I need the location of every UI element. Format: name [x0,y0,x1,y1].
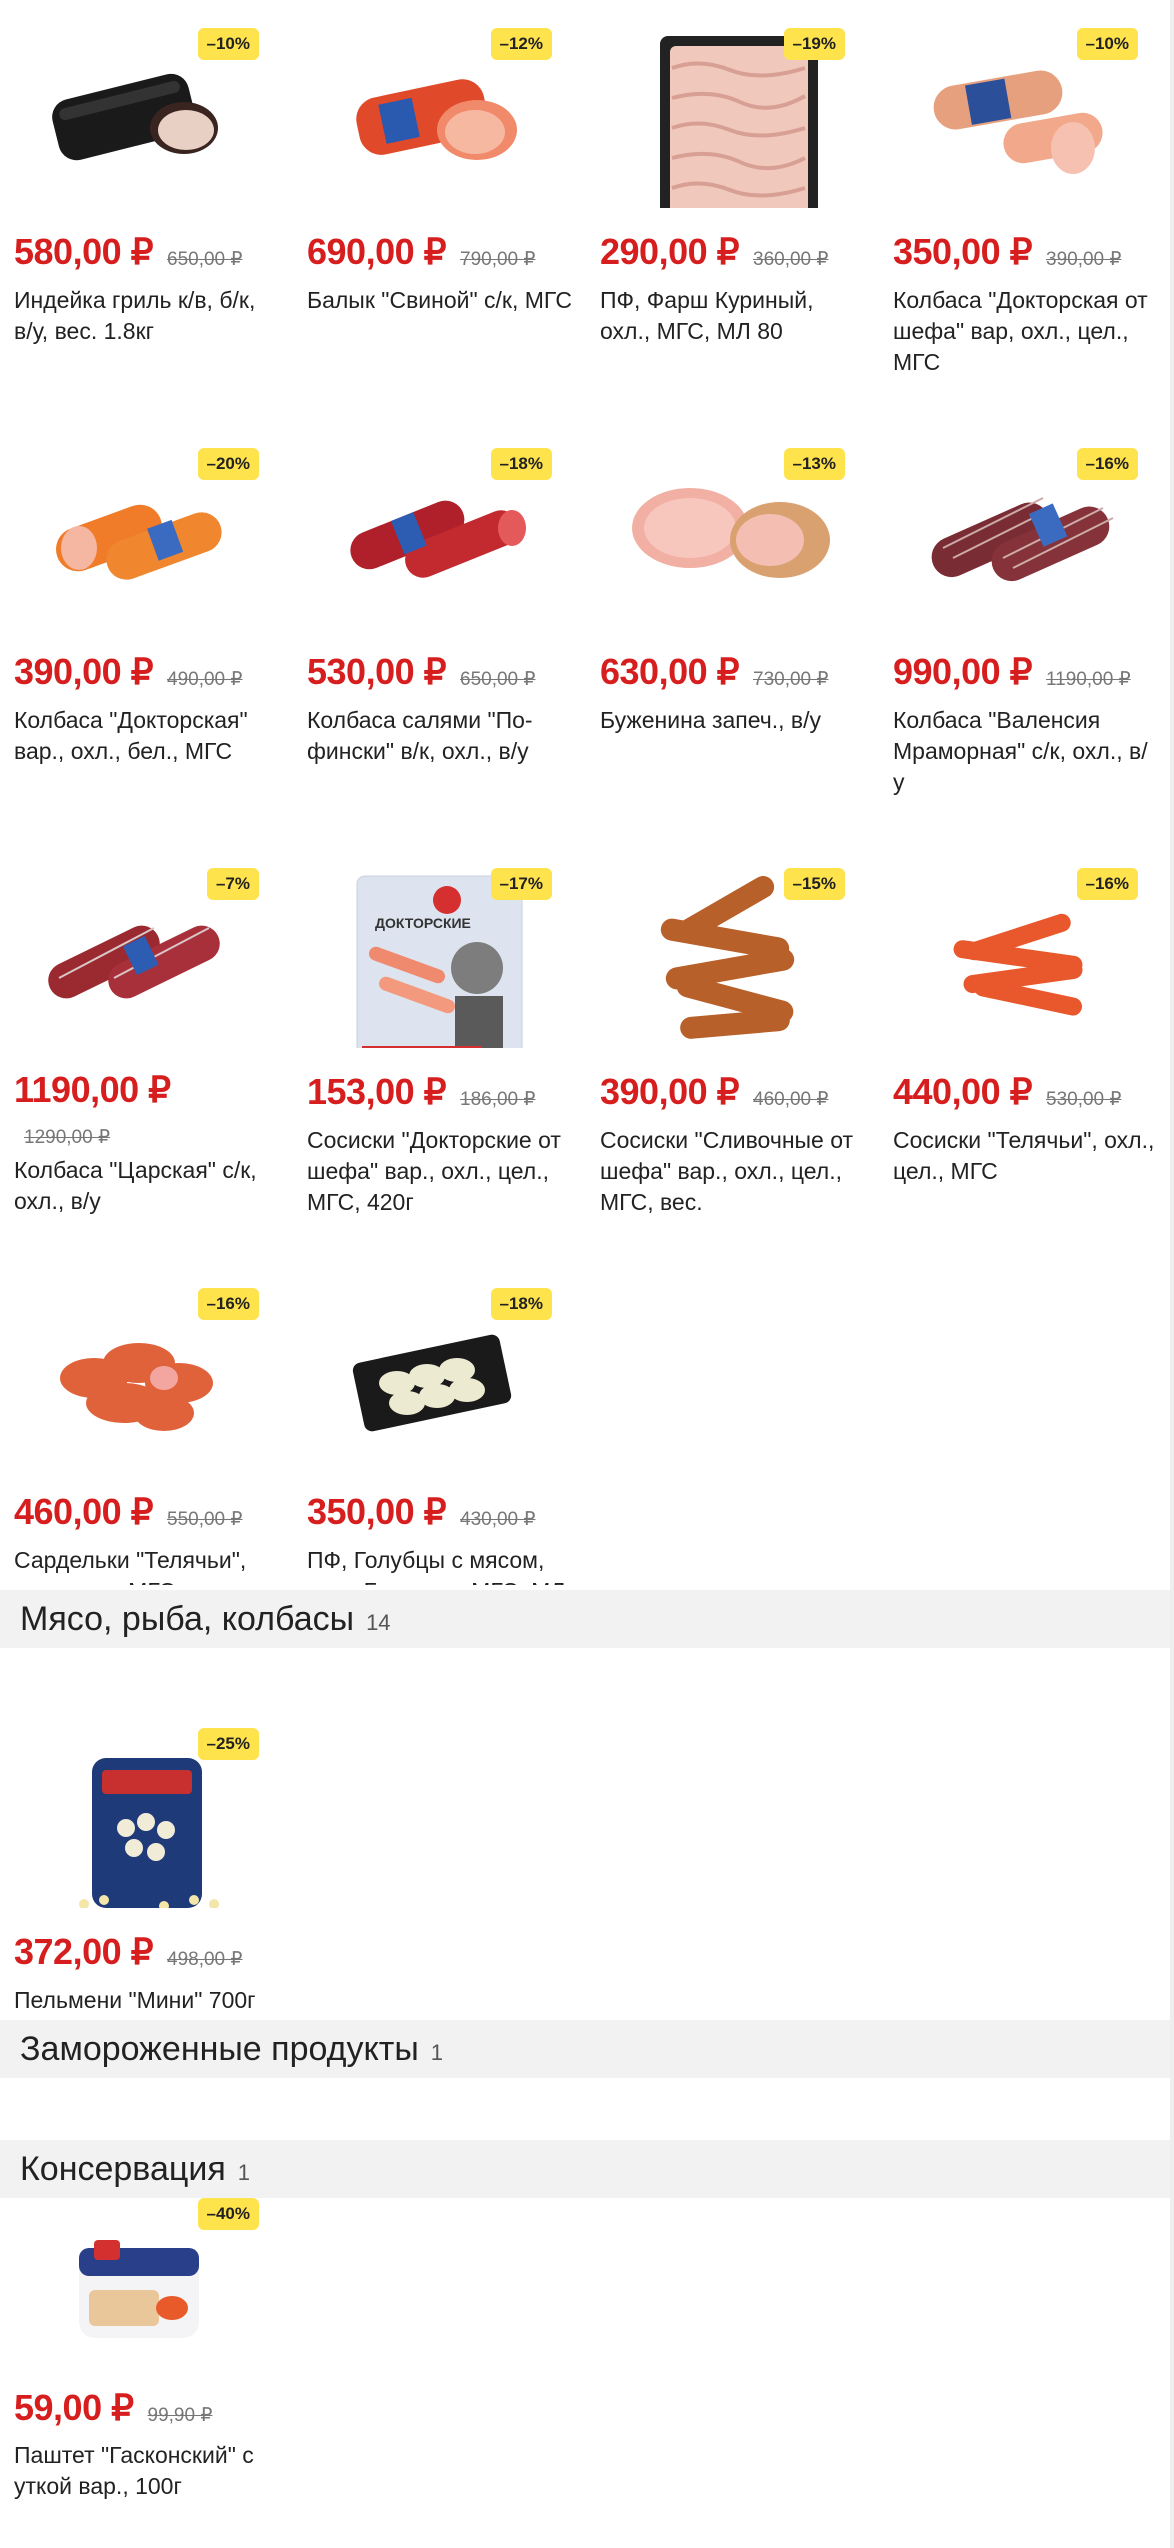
section-count: 1 [430,2040,444,2065]
price: 390,00 ₽ [600,1071,740,1112]
product-name[interactable]: Колбаса "Докторская" вар., охл., бел., М… [14,705,279,767]
price: 59,00 ₽ [14,2387,134,2428]
price: 350,00 ₽ [893,231,1033,272]
old-price: 360,00 ₽ [753,248,829,270]
product-card[interactable]: –10% 580,00 ₽ 650,00 ₽ Индейка гриль к/в,… [0,0,293,410]
old-price: 490,00 ₽ [167,668,243,690]
price: 580,00 ₽ [14,231,154,272]
product-name[interactable]: Сосиски "Сливочные от шефа" вар., охл., … [600,1125,865,1218]
product-card[interactable]: –12% 690,00 ₽ 790,00 ₽ Балык "Свиной" с/к… [293,0,586,410]
product-name[interactable]: Колбаса "Докторская от шефа" вар, охл., … [893,285,1158,378]
old-price: 390,00 ₽ [1046,248,1122,270]
product-card[interactable]: –20% 390,00 ₽ 490,00 ₽ Колбаса "Докторска… [0,420,293,830]
section-header-canned[interactable]: Консервация 1 [0,2140,1170,2198]
product-card[interactable]: –15% 390,00 ₽ 460,00 ₽ Сосиски "Сливочные… [586,840,879,1250]
old-price: 530,00 ₽ [1046,1088,1122,1110]
product-card[interactable]: –19% 290,00 ₽ 360,00 ₽ ПФ, Фарш Куриный, … [586,0,879,410]
discount-badge: –16% [1076,448,1138,480]
discount-badge: –25% [197,1728,259,1760]
discount-badge: –16% [1076,868,1138,900]
product-card[interactable]: –18% 530,00 ₽ 650,00 ₽ Колбаса салями "По… [293,420,586,830]
old-price: 790,00 ₽ [460,248,536,270]
old-price: 186,00 ₽ [460,1088,536,1110]
old-price: 730,00 ₽ [753,668,829,690]
product-name[interactable]: Паштет "Гасконский" с уткой вар., 100г [14,2440,279,2502]
old-price: 460,00 ₽ [753,1088,829,1110]
discount-badge: –18% [490,1288,552,1320]
price: 440,00 ₽ [893,1071,1033,1112]
price: 1190,00 ₽ [14,1069,171,1110]
product-name[interactable]: Колбаса салями "По-фински" в/к, охл., в/… [307,705,572,767]
price: 153,00 ₽ [307,1071,447,1112]
old-price: 99,90 ₽ [147,2404,213,2426]
old-price: 430,00 ₽ [460,1508,536,1530]
product-name[interactable]: Колбаса "Валенсия Мраморная" с/к, охл., … [893,705,1158,798]
pack-label: ДОКТОРСКИЕ [375,915,471,931]
price: 630,00 ₽ [600,651,740,692]
section-title: Замороженные продукты 1 [20,2030,444,2068]
product-card[interactable]: –10% 350,00 ₽ 390,00 ₽ Колбаса "Докторска… [879,0,1172,410]
old-price: 650,00 ₽ [460,668,536,690]
product-name[interactable]: Сосиски "Докторские от шефа" вар., охл.,… [307,1125,572,1218]
section-count: 1 [237,2160,251,2185]
product-name[interactable]: Колбаса "Царская" с/к, охл., в/у [14,1155,279,1217]
product-card[interactable]: –16% 440,00 ₽ 530,00 ₽ Сосиски "Телячьи",… [879,840,1172,1250]
product-card[interactable]: –13% 630,00 ₽ 730,00 ₽ Буженина запеч., в… [586,420,879,830]
price: 350,00 ₽ [307,1491,447,1532]
price: 990,00 ₽ [893,651,1033,692]
product-card[interactable]: ДОКТОРСКИЕ –17% 153,00 ₽ 186,00 ₽ Сосиски… [293,840,586,1250]
section-header-frozen[interactable]: Замороженные продукты 1 [0,2020,1170,2078]
price: 290,00 ₽ [600,231,740,272]
section-title: Консервация 1 [20,2150,251,2188]
product-card[interactable]: –25% 372,00 ₽ 498,00 ₽ Пельмени "Мини" 70… [0,1700,293,2020]
product-name[interactable]: Буженина запеч., в/у [600,705,865,736]
product-name[interactable]: ПФ, Фарш Куриный, охл., МГС, МЛ 80 [600,285,865,347]
discount-badge: –12% [490,28,552,60]
old-price: 498,00 ₽ [167,1948,243,1970]
product-card[interactable]: –40% 59,00 ₽ 99,90 ₽ Паштет "Гасконский" … [0,2198,293,2548]
old-price: 550,00 ₽ [167,1508,243,1530]
product-name[interactable]: Сардельки "Телячьи", охл., цел., МГС [14,1545,279,1585]
product-name[interactable]: Пельмени "Мини" 700г [14,1985,279,2016]
section-title: Мясо, рыба, колбасы 14 [20,1600,391,1638]
discount-badge: –20% [197,448,259,480]
discount-badge: –10% [1076,28,1138,60]
product-card[interactable]: –7% 1190,00 ₽ 1290,00 ₽ Колбаса "Царская"… [0,840,293,1250]
discount-badge: –15% [783,868,845,900]
discount-badge: –18% [490,448,552,480]
old-price: 1190,00 ₽ [1046,668,1131,690]
discount-badge: –16% [197,1288,259,1320]
product-name[interactable]: Индейка гриль к/в, б/к, в/у, вес. 1.8кг [14,285,279,347]
old-price: 650,00 ₽ [167,248,243,270]
product-name[interactable]: Сосиски "Телячьи", охл., цел., МГС [893,1125,1158,1187]
price: 530,00 ₽ [307,651,447,692]
discount-badge: –10% [197,28,259,60]
product-name[interactable]: Балык "Свиной" с/к, МГС [307,285,572,316]
price: 372,00 ₽ [14,1931,154,1972]
section-count: 14 [366,1610,391,1635]
scrollbar[interactable] [1170,0,1174,2548]
discount-badge: –17% [490,868,552,900]
product-card[interactable]: –16% 460,00 ₽ 550,00 ₽ Сардельки "Телячьи… [0,1260,293,1585]
price: 690,00 ₽ [307,231,447,272]
price: 390,00 ₽ [14,651,154,692]
discount-badge: –13% [783,448,845,480]
product-card[interactable]: –16% 990,00 ₽ 1190,00 ₽ Колбаса "Валенсия… [879,420,1172,830]
product-card[interactable]: –18% 350,00 ₽ 430,00 ₽ ПФ, Голубцы с мясо… [293,1260,586,1585]
section-header-meat[interactable]: Мясо, рыба, колбасы 14 [0,1590,1170,1648]
discount-badge: –19% [783,28,845,60]
discount-badge: –40% [197,2198,259,2230]
product-grid-top: –10% 580,00 ₽ 650,00 ₽ Индейка гриль к/в,… [0,0,1174,1588]
price: 460,00 ₽ [14,1491,154,1532]
old-price: 1290,00 ₽ [24,1127,111,1148]
discount-badge: –7% [206,868,259,900]
product-name[interactable]: ПФ, Голубцы с мясом, охл., Барашек, МГС,… [307,1545,572,1585]
